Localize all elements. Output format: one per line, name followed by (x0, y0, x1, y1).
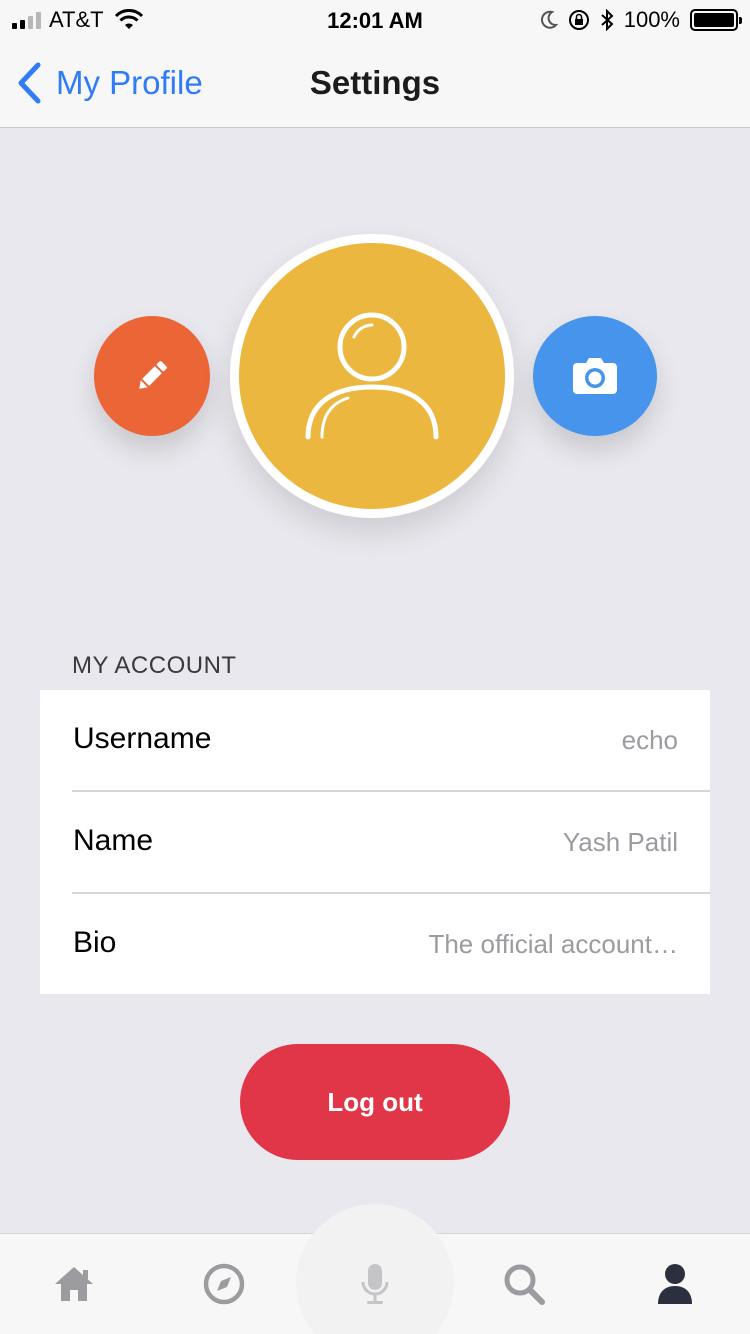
profile-icon (658, 1264, 692, 1304)
orientation-lock-icon (568, 10, 589, 30)
user-icon (305, 312, 439, 440)
moon-icon (540, 10, 558, 29)
compass-icon (203, 1263, 245, 1305)
tab-home[interactable] (50, 1262, 98, 1306)
account-settings-list: Username echo Name Yash Patil Bio The of… (40, 690, 710, 994)
logout-button[interactable]: Log out (240, 1044, 510, 1160)
avatar-ring (230, 234, 514, 518)
bio-value: The official account… (428, 929, 678, 959)
name-row[interactable]: Name Yash Patil (40, 792, 710, 893)
name-label: Name (73, 824, 154, 857)
section-header-my-account: MY ACCOUNT (72, 652, 237, 679)
microphone-icon (361, 1264, 389, 1304)
bluetooth-icon (601, 9, 614, 31)
search-icon (504, 1264, 545, 1305)
battery-percent: 100% (623, 7, 680, 32)
tab-record[interactable] (351, 1262, 399, 1306)
username-row[interactable]: Username echo (40, 690, 710, 791)
status-bar-right: 100% (540, 7, 742, 32)
username-label: Username (73, 722, 212, 755)
bio-row[interactable]: Bio The official account… (40, 894, 710, 995)
username-value: echo (621, 725, 678, 755)
navigation-bar: My Profile Settings (0, 40, 750, 128)
pencil-icon (139, 361, 167, 389)
avatar[interactable] (239, 243, 505, 509)
status-bar: AT&T 12:01 AM 100% (0, 0, 750, 40)
home-icon (55, 1267, 93, 1301)
name-value: Yash Patil (562, 827, 678, 857)
tab-profile[interactable] (651, 1262, 699, 1306)
tab-explore[interactable] (200, 1262, 248, 1306)
edit-profile-button[interactable] (94, 316, 210, 436)
tab-search[interactable] (500, 1262, 548, 1306)
change-photo-button[interactable] (533, 316, 657, 436)
page-title: Settings (309, 64, 441, 101)
camera-icon (573, 358, 617, 394)
battery-icon (690, 9, 742, 31)
bio-label: Bio (73, 926, 117, 959)
